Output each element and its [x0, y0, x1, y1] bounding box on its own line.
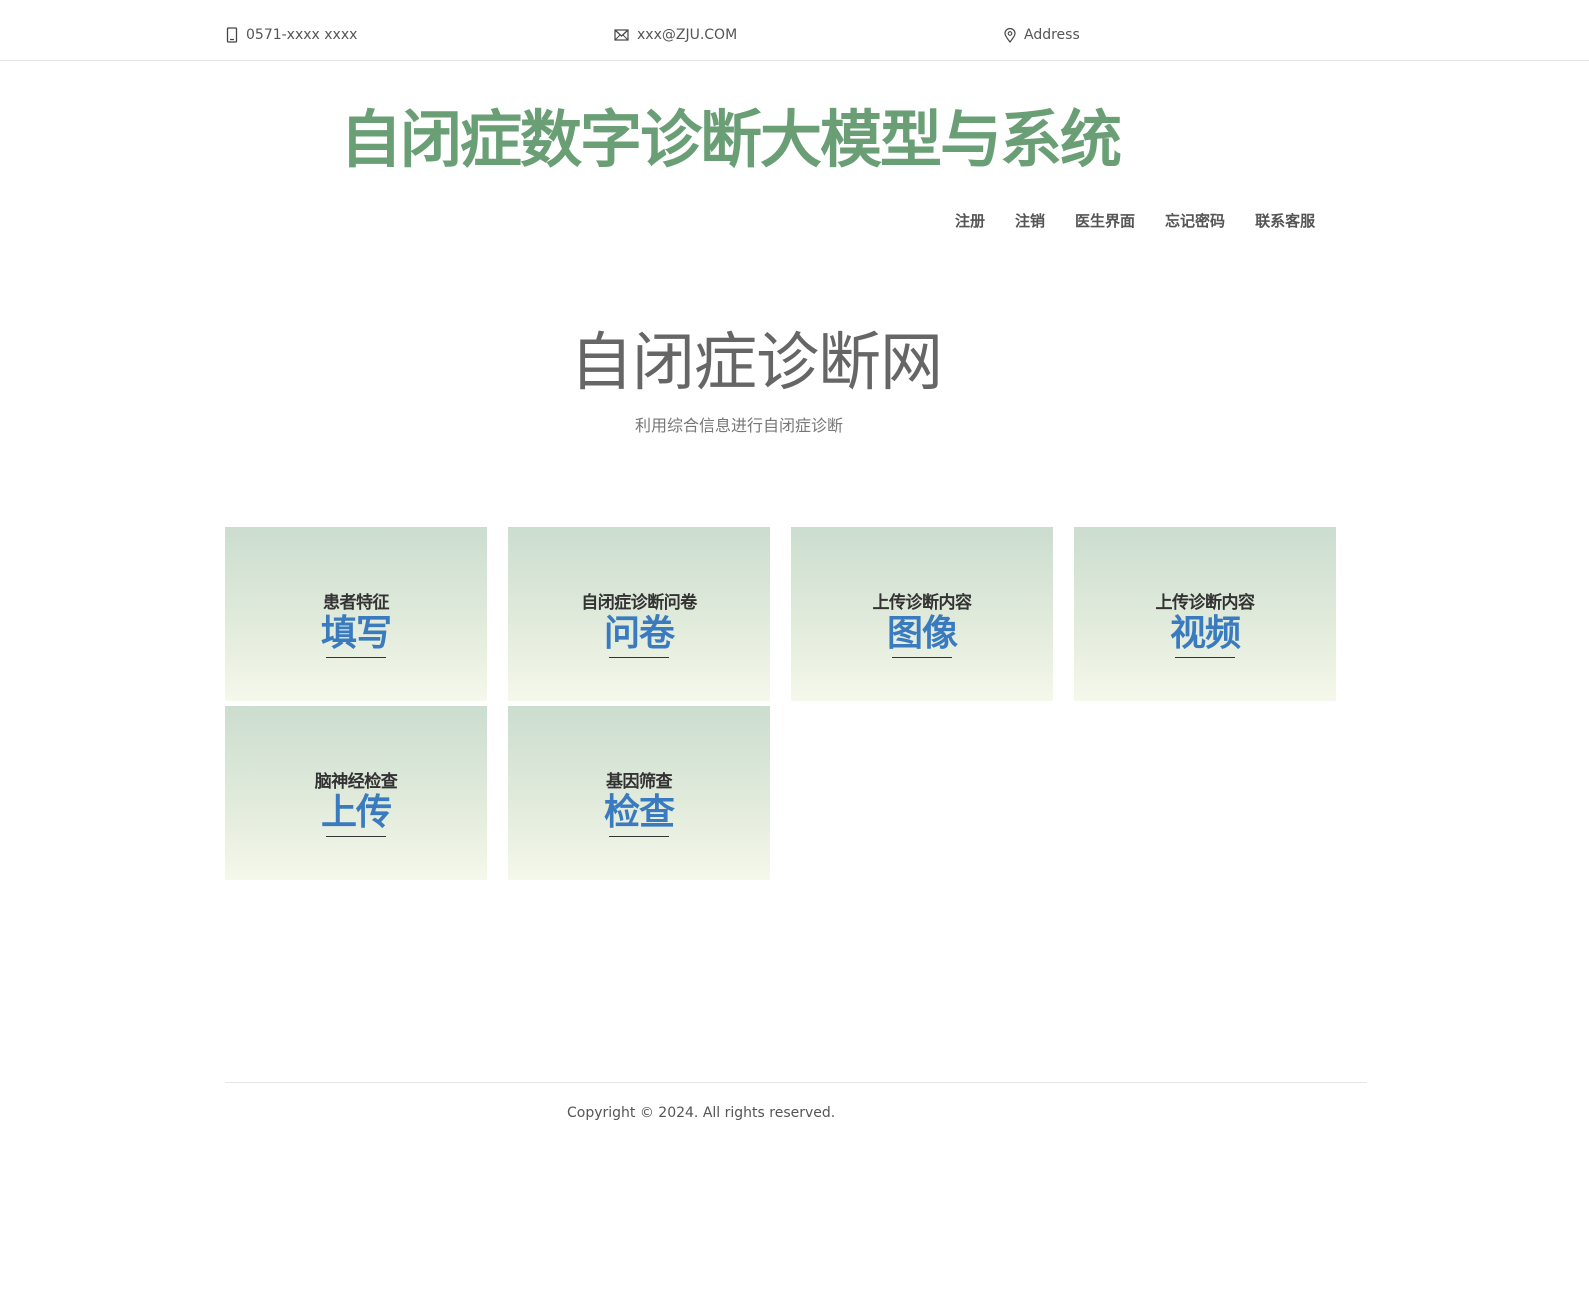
email-text: xxx@ZJU.COM [637, 27, 738, 43]
card-underline [609, 836, 669, 837]
card-upload-video[interactable]: 上传诊断内容 视频 [1074, 527, 1336, 701]
mail-icon [614, 29, 629, 41]
phone-icon [226, 27, 238, 43]
card-title: 上传 [320, 792, 392, 833]
email-item: xxx@ZJU.COM [614, 27, 737, 43]
card-title: 填写 [320, 613, 392, 654]
main-nav: 注册 注销 医生界面 忘记密码 联系客服 [955, 210, 1315, 231]
card-underline [609, 657, 669, 658]
contact-bar: 0571-xxxx xxxx xxx@ZJU.COM Address [0, 0, 1589, 61]
footer-divider [225, 1082, 1367, 1083]
card-caption: 自闭症诊断问卷 [581, 593, 697, 613]
card-underline [892, 657, 952, 658]
card-caption: 上传诊断内容 [1155, 593, 1256, 613]
nav-forgot-password[interactable]: 忘记密码 [1165, 210, 1225, 231]
site-title: 自闭症数字诊断大模型与系统 [340, 103, 1122, 176]
hero-subtitle: 利用综合信息进行自闭症诊断 [635, 416, 844, 435]
nav-logout[interactable]: 注销 [1015, 210, 1045, 231]
phone-text: 0571-xxxx xxxx [246, 27, 358, 43]
address-text: Address [1024, 27, 1080, 43]
location-pin-icon [1004, 27, 1016, 43]
card-title: 视频 [1169, 613, 1241, 654]
address-item: Address [1004, 27, 1080, 43]
card-brain-upload[interactable]: 脑神经检查 上传 [225, 706, 487, 880]
phone-item: 0571-xxxx xxxx [226, 27, 357, 43]
card-underline [326, 657, 386, 658]
card-caption: 上传诊断内容 [872, 593, 973, 613]
card-title: 问卷 [603, 613, 675, 654]
nav-doctor-interface[interactable]: 医生界面 [1075, 210, 1135, 231]
card-title: 检查 [603, 792, 675, 833]
card-upload-image[interactable]: 上传诊断内容 图像 [791, 527, 1053, 701]
card-questionnaire[interactable]: 自闭症诊断问卷 问卷 [508, 527, 770, 701]
card-gene-screening[interactable]: 基因筛查 检查 [508, 706, 770, 880]
card-underline [1175, 657, 1235, 658]
nav-contact-support[interactable]: 联系客服 [1255, 210, 1315, 231]
copyright-text: Copyright © 2024. All rights reserved. [567, 1105, 836, 1121]
card-underline [326, 836, 386, 837]
hero-title: 自闭症诊断网 [570, 326, 943, 399]
card-patient-features[interactable]: 患者特征 填写 [225, 527, 487, 701]
nav-register[interactable]: 注册 [955, 210, 985, 231]
card-caption: 脑神经检查 [314, 772, 398, 792]
card-caption: 患者特征 [323, 593, 390, 613]
card-caption: 基因筛查 [606, 772, 673, 792]
card-title: 图像 [886, 613, 958, 654]
